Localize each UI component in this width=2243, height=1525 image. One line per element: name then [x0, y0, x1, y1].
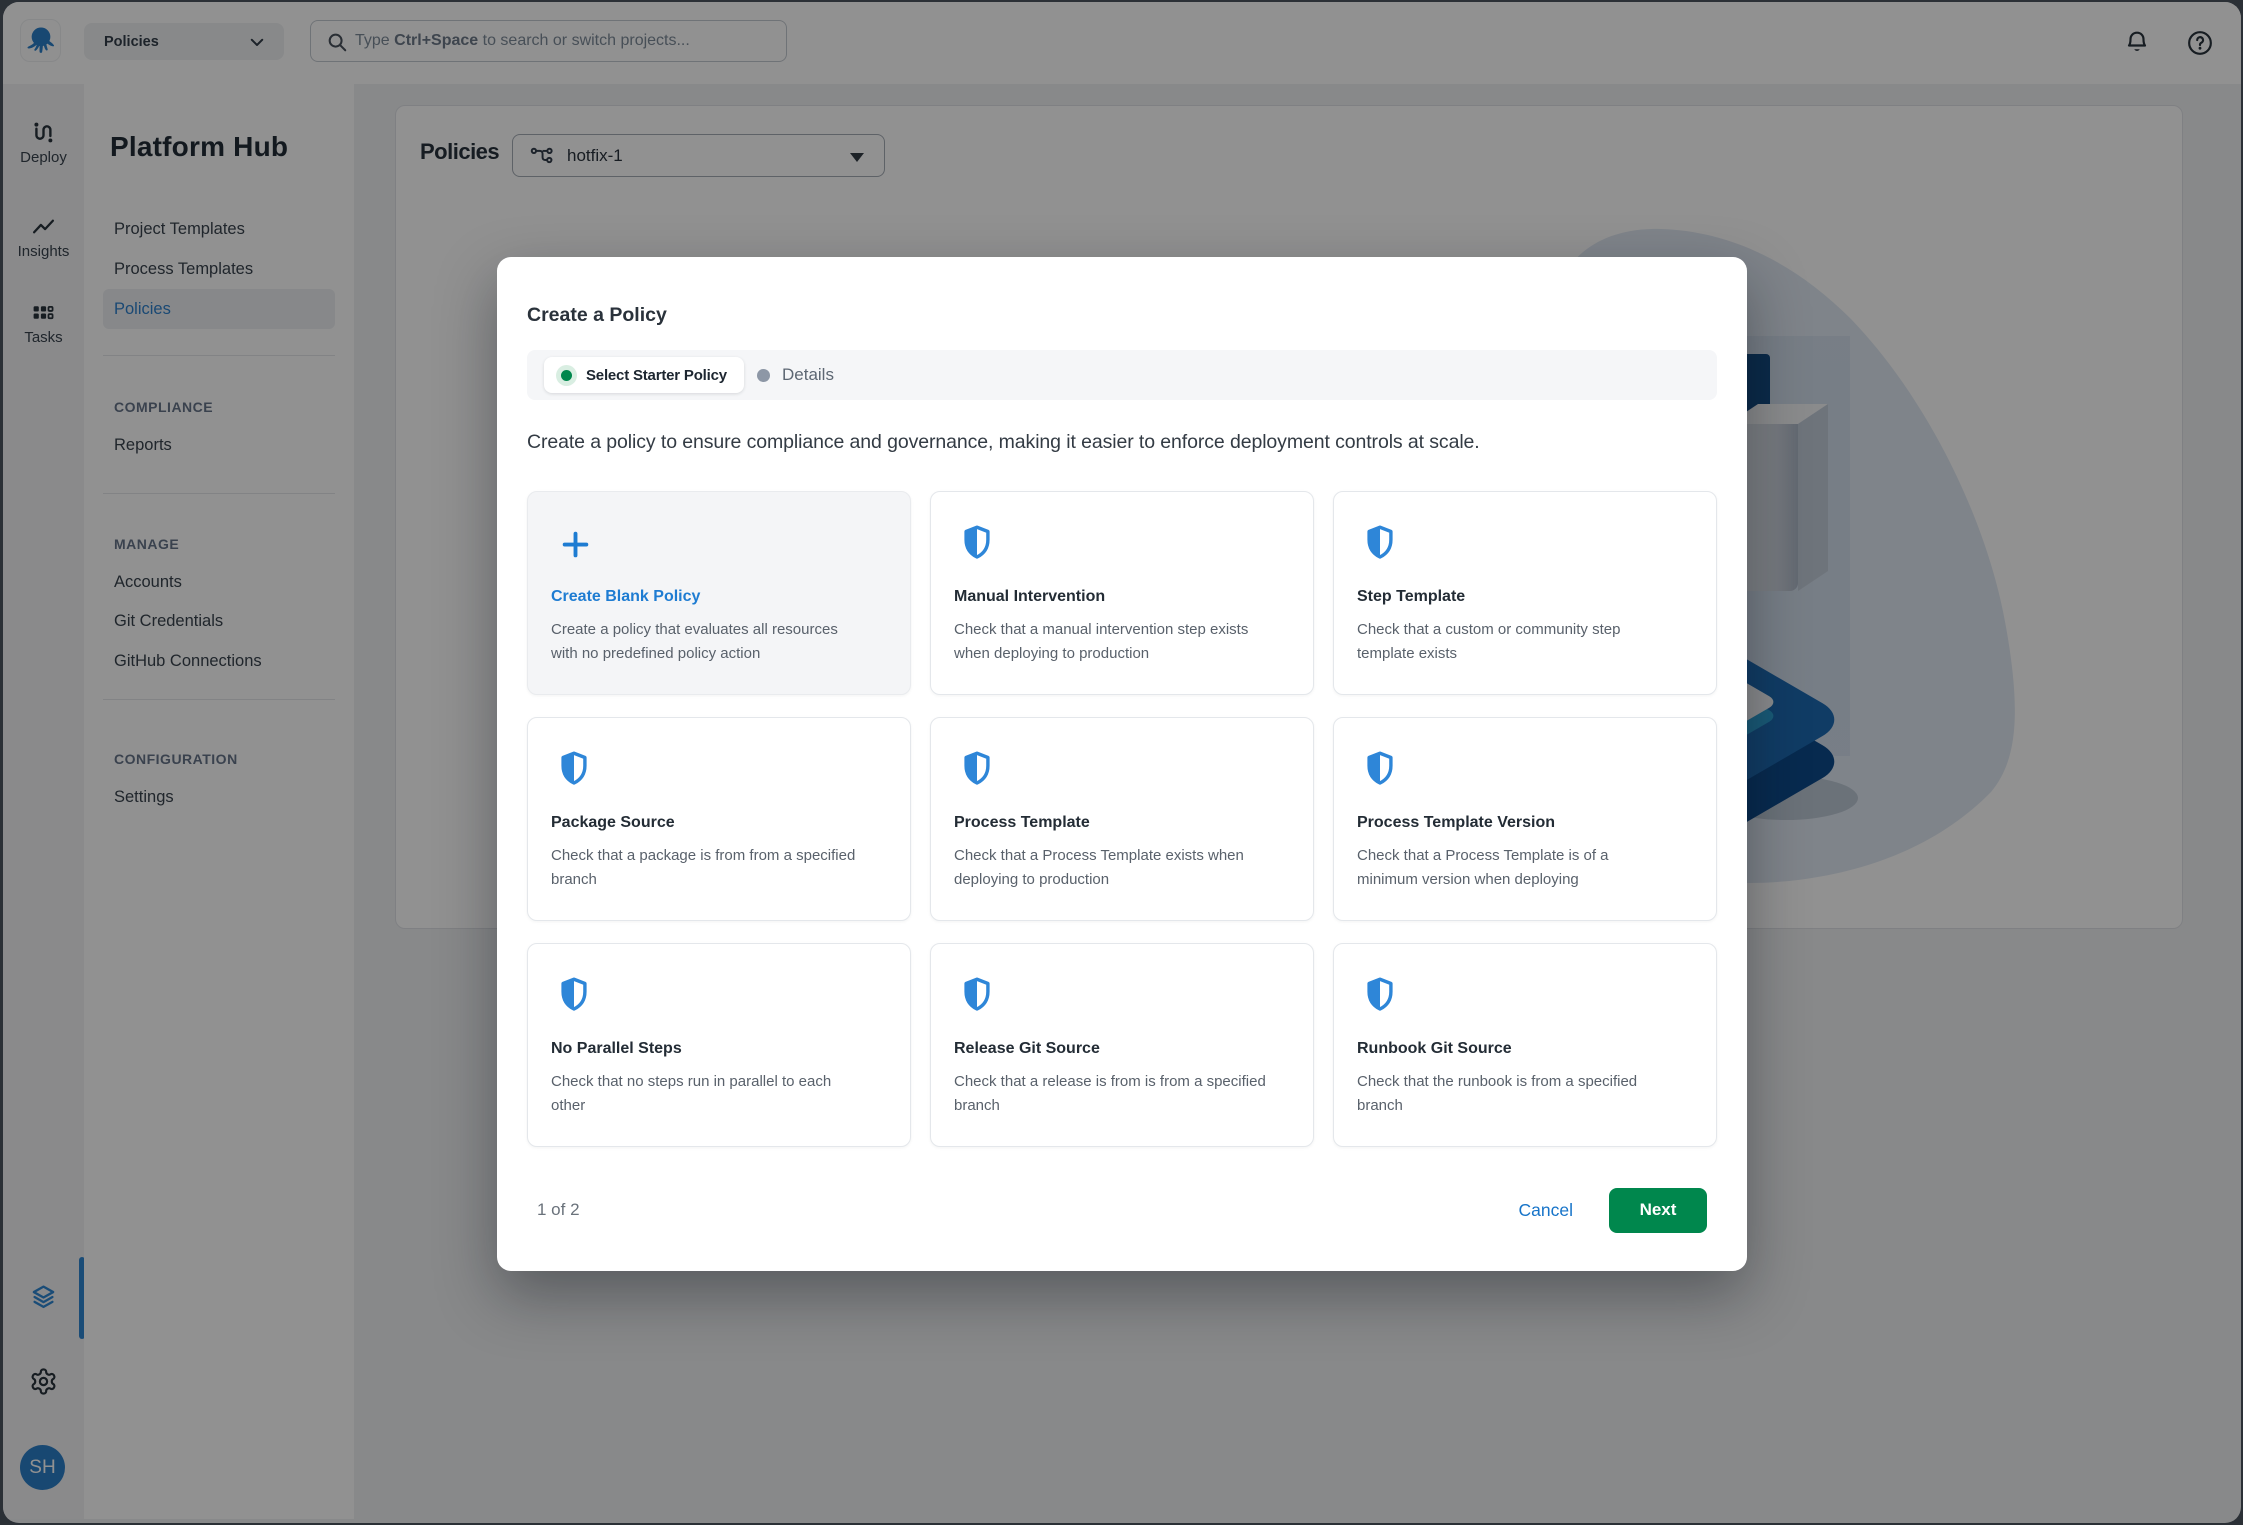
- card-description: Check that no steps run in parallel to e…: [551, 1070, 865, 1118]
- card-step-template[interactable]: Step Template Check that a custom or com…: [1333, 491, 1717, 695]
- card-package-source[interactable]: Package Source Check that a package is f…: [527, 717, 911, 921]
- card-runbook-git-source[interactable]: Runbook Git Source Check that the runboo…: [1333, 943, 1717, 1147]
- card-no-parallel-steps[interactable]: No Parallel Steps Check that no steps ru…: [527, 943, 911, 1147]
- card-description: Create a policy that evaluates all resou…: [551, 618, 865, 666]
- card-process-template-version[interactable]: Process Template Version Check that a Pr…: [1333, 717, 1717, 921]
- shield-icon: [960, 975, 994, 1013]
- card-title: No Parallel Steps: [551, 1040, 682, 1058]
- card-title: Manual Intervention: [954, 588, 1105, 606]
- shield-icon: [557, 749, 591, 787]
- card-description: Check that a package is from from a spec…: [551, 844, 865, 892]
- app-root: Policies Type Ctrl+Space to search or sw…: [0, 0, 2243, 1525]
- cancel-button[interactable]: Cancel: [1519, 1200, 1573, 1221]
- shield-icon: [1363, 975, 1397, 1013]
- card-description: Check that a Process Template exists whe…: [954, 844, 1268, 892]
- card-description: Check that a manual intervention step ex…: [954, 618, 1268, 666]
- shield-icon: [960, 749, 994, 787]
- modal-footer: 1 of 2 Cancel Next: [527, 1187, 1717, 1233]
- card-title: Process Template Version: [1357, 814, 1555, 832]
- step-label: Details: [782, 365, 834, 385]
- modal-description: Create a policy to ensure compliance and…: [527, 431, 1480, 454]
- step-active-dot-icon: [556, 365, 577, 386]
- card-description: Check that a custom or community step te…: [1357, 618, 1671, 666]
- step-upcoming-dot-icon: [757, 369, 770, 382]
- step-label: Select Starter Policy: [586, 367, 727, 384]
- modal-title: Create a Policy: [527, 304, 667, 327]
- shield-icon: [960, 523, 994, 561]
- shield-icon: [1363, 749, 1397, 787]
- step-details[interactable]: Details: [757, 350, 834, 400]
- card-description: Check that a release is from is from a s…: [954, 1070, 1268, 1118]
- stepper: Select Starter Policy Details: [527, 350, 1717, 400]
- step-select-starter-policy[interactable]: Select Starter Policy: [544, 357, 744, 393]
- green-dot: [561, 370, 572, 381]
- card-title: Runbook Git Source: [1357, 1040, 1512, 1058]
- card-title: Process Template: [954, 814, 1090, 832]
- create-policy-modal: Create a Policy Select Starter Policy De…: [497, 257, 1747, 1271]
- card-title: Create Blank Policy: [551, 588, 700, 606]
- starter-policy-grid: Create Blank Policy Create a policy that…: [527, 491, 1717, 1147]
- card-process-template[interactable]: Process Template Check that a Process Te…: [930, 717, 1314, 921]
- pagination-label: 1 of 2: [537, 1200, 580, 1220]
- card-manual-intervention[interactable]: Manual Intervention Check that a manual …: [930, 491, 1314, 695]
- next-button[interactable]: Next: [1609, 1188, 1707, 1233]
- shield-icon: [1363, 523, 1397, 561]
- card-description: Check that the runbook is from a specifi…: [1357, 1070, 1671, 1118]
- card-title: Step Template: [1357, 588, 1465, 606]
- card-release-git-source[interactable]: Release Git Source Check that a release …: [930, 943, 1314, 1147]
- card-create-blank-policy[interactable]: Create Blank Policy Create a policy that…: [527, 491, 911, 695]
- card-title: Release Git Source: [954, 1040, 1100, 1058]
- plus-icon: [560, 529, 591, 560]
- card-description: Check that a Process Template is of a mi…: [1357, 844, 1671, 892]
- shield-icon: [557, 975, 591, 1013]
- card-title: Package Source: [551, 814, 675, 832]
